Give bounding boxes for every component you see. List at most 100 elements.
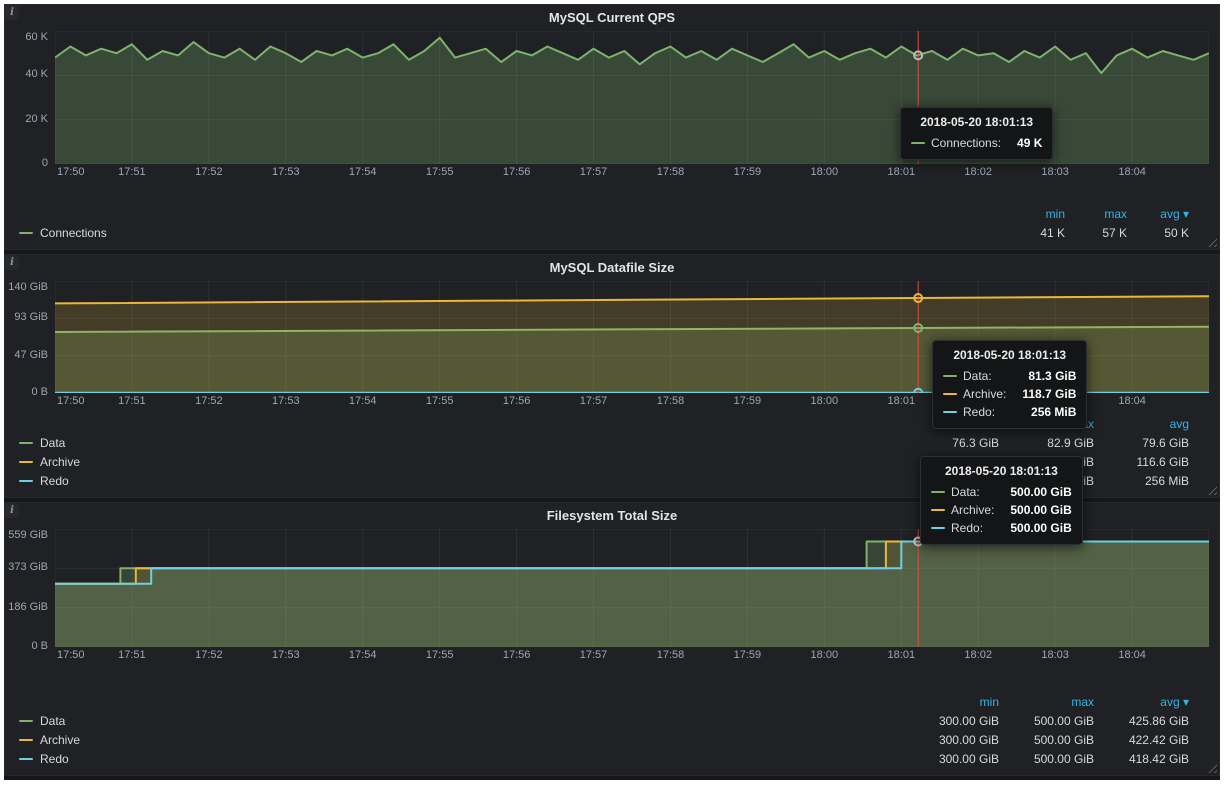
- series-color-dash: [931, 527, 945, 529]
- x-axis-tick-label: 18:01: [888, 649, 916, 661]
- legend-series-redo[interactable]: Redo: [19, 752, 69, 766]
- x-axis: 17:5017:5117:5217:5317:5417:5517:5617:57…: [55, 164, 1209, 180]
- x-axis-tick-label: 17:59: [734, 649, 762, 661]
- series-color-dash: [931, 509, 945, 511]
- legend-series-data[interactable]: Data: [19, 714, 65, 728]
- tooltip-series-row: Redo: 500.00 GiB: [931, 519, 1072, 537]
- legend-min-value: 41 K: [1003, 226, 1065, 240]
- legend-min-value: 300.00 GiB: [904, 733, 999, 747]
- series-color-dash: [943, 393, 957, 395]
- legend-avg-value: 79.6 GiB: [1094, 436, 1189, 450]
- hover-tooltip: 2018-05-20 18:01:13Connections:49 K: [900, 107, 1053, 160]
- series-color-dash: [943, 411, 957, 413]
- plot-area: 0 B186 GiB373 GiB559 GiB: [5, 529, 1219, 647]
- series-color-dash: [19, 720, 33, 722]
- legend-header-avg[interactable]: avg ▾: [1094, 695, 1189, 709]
- x-axis-tick-label: 17:58: [657, 395, 685, 407]
- x-axis-tick-label: 17:55: [426, 166, 454, 178]
- x-axis-tick-label: 17:56: [503, 395, 531, 407]
- y-axis-tick-label: 0 B: [31, 386, 48, 398]
- x-axis-tick-label: 17:54: [349, 649, 377, 661]
- tooltip-timestamp: 2018-05-20 18:01:13: [943, 348, 1076, 362]
- x-axis-tick-label: 18:00: [811, 395, 839, 407]
- series-color-dash: [931, 491, 945, 493]
- tooltip-series-name: Redo:: [963, 405, 995, 419]
- legend-series-name: Connections: [40, 226, 107, 240]
- panel-info-icon[interactable]: i: [5, 503, 19, 518]
- hover-tooltip: 2018-05-20 18:01:13Data:500.00 GiBArchiv…: [920, 456, 1083, 545]
- x-axis-tick-label: 17:57: [580, 649, 608, 661]
- y-axis-tick-label: 186 GiB: [8, 601, 48, 613]
- series-color-dash: [19, 480, 33, 482]
- legend-series-name: Archive: [40, 455, 80, 469]
- y-axis: 0 B47 GiB93 GiB140 GiB: [5, 281, 55, 393]
- tooltip-series-name: Archive:: [951, 503, 994, 517]
- legend: minmaxavg ▾Connections41 K57 K50 K: [5, 205, 1219, 249]
- series-color-dash: [19, 739, 33, 741]
- x-axis-tick-label: 17:59: [734, 395, 762, 407]
- series-color-dash: [19, 442, 33, 444]
- legend-max-value: 500.00 GiB: [999, 752, 1094, 766]
- legend-header-min[interactable]: min: [904, 695, 999, 709]
- x-axis-tick-label: 17:55: [426, 395, 454, 407]
- legend-series-name: Data: [40, 714, 65, 728]
- x-axis-tick-label: 18:00: [811, 649, 839, 661]
- tooltip-timestamp: 2018-05-20 18:01:13: [911, 115, 1042, 129]
- x-axis-tick-label: 18:03: [1041, 166, 1069, 178]
- legend-header-avg[interactable]: avg: [1094, 417, 1189, 431]
- y-axis-tick-label: 373 GiB: [8, 561, 48, 573]
- tooltip-series-name: Archive:: [963, 387, 1006, 401]
- legend-avg-value: 116.6 GiB: [1094, 455, 1189, 469]
- legend: minmaxavg ▾Data300.00 GiB500.00 GiB425.8…: [5, 693, 1219, 775]
- x-axis-tick-label: 17:57: [580, 166, 608, 178]
- tooltip-series-row: Data:81.3 GiB: [943, 367, 1076, 385]
- y-axis-tick-label: 0 B: [31, 640, 48, 652]
- legend-min-value: 300.00 GiB: [904, 714, 999, 728]
- x-axis-tick-label: 18:01: [888, 166, 916, 178]
- legend-series-connections[interactable]: Connections: [19, 226, 107, 240]
- x-axis-tick-label: 17:56: [503, 166, 531, 178]
- legend-header-max[interactable]: max: [1065, 207, 1127, 221]
- x-axis-tick-label: 18:03: [1041, 649, 1069, 661]
- tooltip-series-name: Redo:: [951, 521, 983, 535]
- legend-header-min[interactable]: min: [1003, 207, 1065, 221]
- tooltip-series-value: 500.00 GiB: [994, 503, 1071, 517]
- x-axis-tick-label: 17:56: [503, 649, 531, 661]
- filesystem-chart-canvas[interactable]: [55, 529, 1209, 647]
- legend-header-max[interactable]: max: [999, 695, 1094, 709]
- legend-series-redo[interactable]: Redo: [19, 474, 69, 488]
- legend-avg-value: 256 MiB: [1094, 474, 1189, 488]
- legend-series-name: Archive: [40, 733, 80, 747]
- legend-row: Redo300.00 GiB500.00 GiB418.42 GiB: [19, 749, 1189, 768]
- legend-row: Data76.3 GiB82.9 GiB79.6 GiB: [19, 433, 1189, 452]
- legend-header-avg[interactable]: avg ▾: [1127, 207, 1189, 221]
- legend-max-value: 500.00 GiB: [999, 714, 1094, 728]
- hover-tooltip: 2018-05-20 18:01:13Data:81.3 GiBArchive:…: [932, 340, 1087, 429]
- y-axis: 0 B186 GiB373 GiB559 GiB: [5, 529, 55, 647]
- tooltip-series-value: 500.00 GiB: [994, 521, 1071, 535]
- tooltip-series-value: 81.3 GiB: [1012, 369, 1076, 383]
- legend-max-value: 500.00 GiB: [999, 733, 1094, 747]
- legend-series-data[interactable]: Data: [19, 436, 65, 450]
- legend-row: Data300.00 GiB500.00 GiB425.86 GiB: [19, 711, 1189, 730]
- legend-series-archive[interactable]: Archive: [19, 455, 80, 469]
- legend-max-value: 82.9 GiB: [999, 436, 1094, 450]
- panel-info-icon[interactable]: i: [5, 255, 19, 270]
- x-axis-tick-label: 18:02: [964, 166, 992, 178]
- x-axis-tick-label: 17:55: [426, 649, 454, 661]
- x-axis-tick-label: 17:59: [734, 166, 762, 178]
- tooltip-timestamp: 2018-05-20 18:01:13: [931, 464, 1072, 478]
- panel-title[interactable]: MySQL Current QPS: [5, 5, 1219, 31]
- x-axis-tick-label: 17:50: [57, 395, 85, 407]
- tooltip-series-row: Archive:500.00 GiB: [931, 501, 1072, 519]
- panel-title[interactable]: MySQL Datafile Size: [5, 255, 1219, 281]
- y-axis-tick-label: 93 GiB: [14, 311, 48, 323]
- tooltip-series-row: Archive:118.7 GiB: [943, 385, 1076, 403]
- x-axis-tick-label: 17:58: [657, 649, 685, 661]
- panel-info-icon[interactable]: i: [5, 5, 19, 20]
- x-axis-tick-label: 17:51: [118, 166, 146, 178]
- legend-series-archive[interactable]: Archive: [19, 733, 80, 747]
- tooltip-series-value: 49 K: [1001, 136, 1042, 150]
- legend-series-name: Redo: [40, 752, 69, 766]
- series-color-dash: [19, 232, 33, 234]
